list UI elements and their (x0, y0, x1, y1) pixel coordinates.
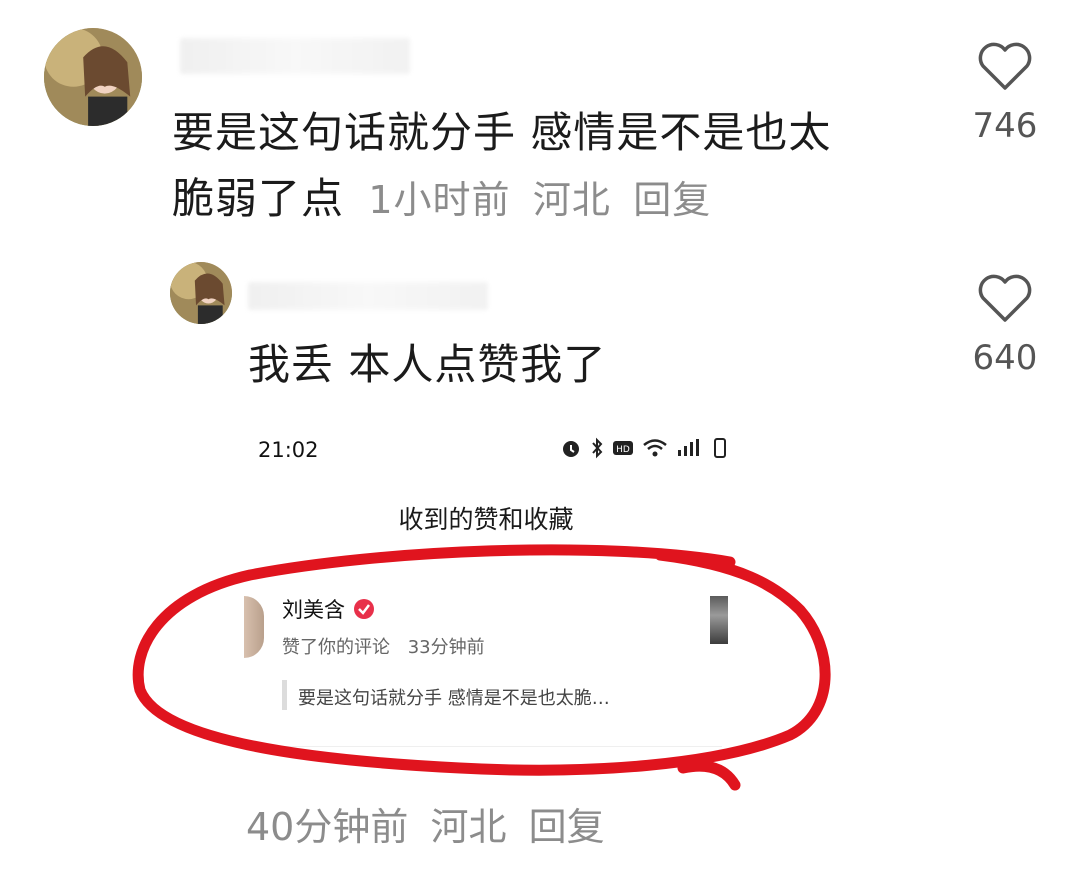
red-annotation-circle (132, 544, 831, 791)
reply-time: 40分钟前 (246, 805, 409, 849)
reply-button[interactable]: 回复 (529, 805, 605, 849)
reply-meta: 40分钟前 河北 回复 (246, 796, 605, 851)
reply-location: 河北 (430, 805, 507, 849)
